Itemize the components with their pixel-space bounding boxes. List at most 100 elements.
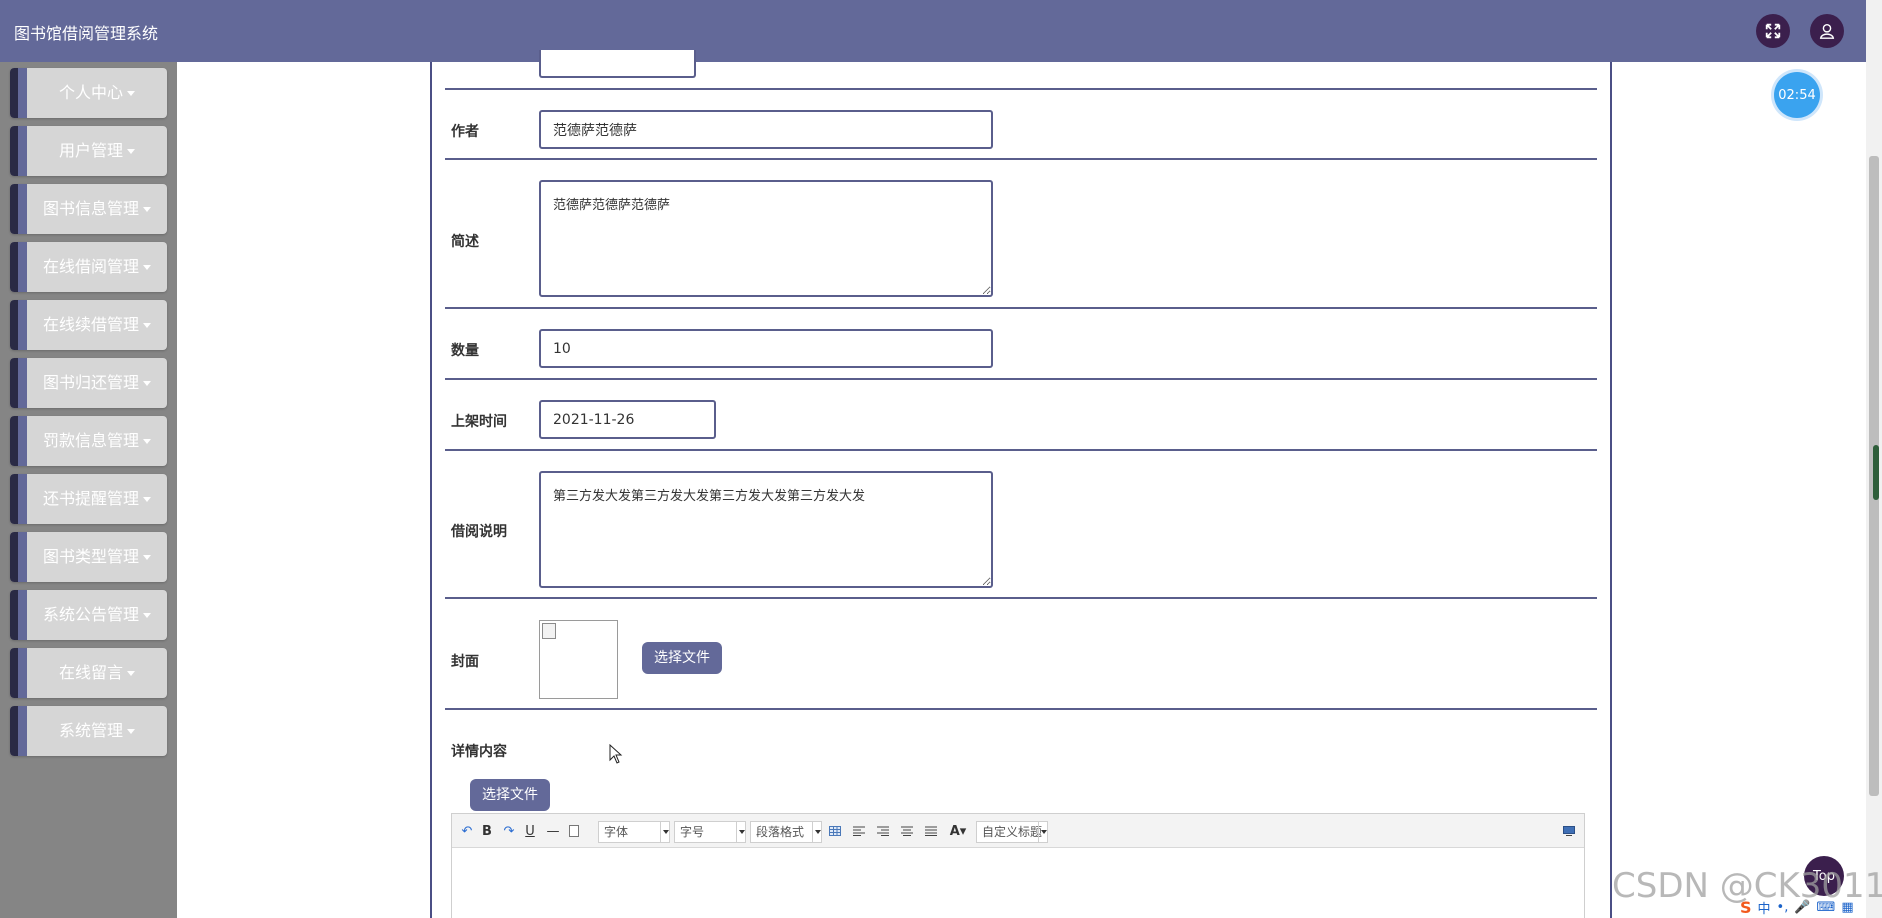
- sidebar-item-label: 个人中心: [58, 83, 123, 102]
- row-divider: [445, 708, 1597, 710]
- paragraph-format-select[interactable]: 段落格式: [750, 821, 822, 843]
- row-divider: [445, 449, 1597, 451]
- chevron-down-icon: [812, 822, 821, 842]
- row-divider: [445, 307, 1597, 309]
- grid-menu-icon: ▦: [1841, 899, 1854, 915]
- chevron-down-icon: [143, 497, 151, 502]
- summary-field[interactable]: 范德萨范德萨范德萨: [539, 180, 993, 297]
- details-choose-file-button[interactable]: 选择文件: [470, 779, 550, 811]
- author-field[interactable]: [539, 110, 993, 149]
- sidebar-item-announcements[interactable]: 系统公告管理: [10, 590, 167, 640]
- countdown-timer: 02:54: [1774, 72, 1820, 118]
- punctuation-icon: •,: [1776, 899, 1789, 915]
- broken-image-icon: [542, 623, 556, 639]
- chevron-down-icon: [127, 91, 135, 96]
- font-color-icon[interactable]: A▾: [948, 822, 968, 840]
- summary-label: 简述: [451, 234, 479, 250]
- sidebar-item-online-messages[interactable]: 在线留言: [10, 648, 167, 698]
- chevron-down-icon: [127, 671, 135, 676]
- sidebar: 个人中心 用户管理 图书信息管理 在线借阅管理 在线续借管理 图书归还管理 罚款…: [0, 62, 177, 918]
- undo-icon[interactable]: ↶: [460, 822, 474, 840]
- sidebar-item-label: 罚款信息管理: [42, 431, 139, 450]
- author-label: 作者: [451, 124, 479, 140]
- row-divider: [445, 597, 1597, 599]
- chevron-down-icon: [736, 822, 745, 842]
- fullscreen-button[interactable]: [1756, 14, 1790, 48]
- editor-toolbar: ↶ B ↷ U — 字体 字号 段落格式 A▾ 自定义标题: [452, 814, 1584, 848]
- sidebar-item-label: 还书提醒管理: [42, 489, 139, 508]
- ime-mode-label: 中: [1757, 901, 1771, 917]
- quantity-field[interactable]: [539, 329, 993, 368]
- user-icon: [1819, 23, 1835, 39]
- microphone-icon: 🎤: [1794, 899, 1811, 915]
- borrow-note-field[interactable]: 第三方发大发第三方发大发第三方发大发第三方发大发: [539, 471, 993, 588]
- rich-text-editor[interactable]: ↶ B ↷ U — 字体 字号 段落格式 A▾ 自定义标题: [451, 813, 1585, 918]
- chevron-down-icon: [143, 555, 151, 560]
- details-label: 详情内容: [451, 744, 507, 760]
- borrow-note-label: 借阅说明: [451, 524, 507, 540]
- chevron-down-icon: [127, 149, 135, 154]
- font-family-select[interactable]: 字体: [598, 821, 670, 843]
- sidebar-item-label: 系统公告管理: [42, 605, 139, 624]
- keyboard-icon: ⌨: [1816, 899, 1836, 915]
- chevron-down-icon: [143, 265, 151, 270]
- sidebar-item-online-borrow[interactable]: 在线借阅管理: [10, 242, 167, 292]
- sidebar-item-user-management[interactable]: 用户管理: [10, 126, 167, 176]
- horizontal-rule-icon[interactable]: —: [546, 822, 560, 840]
- chevron-down-icon: [143, 613, 151, 618]
- chevron-down-icon: [1038, 822, 1047, 842]
- sidebar-item-system-management[interactable]: 系统管理: [10, 706, 167, 756]
- sidebar-item-label: 在线借阅管理: [42, 257, 139, 276]
- row-divider: [445, 88, 1597, 90]
- sidebar-item-label: 在线续借管理: [42, 315, 139, 334]
- font-size-select[interactable]: 字号: [674, 821, 746, 843]
- quantity-label: 数量: [451, 343, 479, 359]
- preview-icon[interactable]: [1562, 822, 1576, 840]
- row-divider: [445, 378, 1597, 380]
- sidebar-item-label: 图书信息管理: [42, 199, 139, 218]
- bold-icon[interactable]: B: [480, 822, 494, 840]
- chevron-down-icon: [143, 381, 151, 386]
- redo-icon[interactable]: ↷: [502, 822, 516, 840]
- align-center-icon[interactable]: [900, 822, 914, 840]
- book-type-field[interactable]: [539, 50, 696, 78]
- document-icon[interactable]: [568, 822, 580, 840]
- chevron-down-icon: [143, 207, 151, 212]
- sidebar-item-book-return[interactable]: 图书归还管理: [10, 358, 167, 408]
- shelf-date-field[interactable]: [539, 400, 716, 439]
- sidebar-item-return-reminder[interactable]: 还书提醒管理: [10, 474, 167, 524]
- mouse-cursor-icon: [609, 744, 623, 764]
- table-icon[interactable]: [828, 822, 842, 840]
- sidebar-item-label: 在线留言: [58, 663, 123, 682]
- sidebar-item-fine-info[interactable]: 罚款信息管理: [10, 416, 167, 466]
- chevron-down-icon: [143, 439, 151, 444]
- expand-icon: [1765, 23, 1781, 39]
- user-menu-button[interactable]: [1810, 14, 1844, 48]
- sidebar-item-label: 系统管理: [58, 721, 123, 740]
- cover-choose-file-button[interactable]: 选择文件: [642, 642, 722, 674]
- shelf-date-label: 上架时间: [451, 414, 507, 430]
- cover-image-preview: [539, 620, 618, 699]
- align-right-icon[interactable]: [876, 822, 890, 840]
- align-justify-icon[interactable]: [924, 822, 938, 840]
- sidebar-item-label: 图书归还管理: [42, 373, 139, 392]
- top-header: 图书馆借阅管理系统: [0, 0, 1866, 62]
- sidebar-item-label: 用户管理: [58, 141, 123, 160]
- sogou-logo-icon: S: [1740, 897, 1752, 917]
- sidebar-item-label: 图书类型管理: [42, 547, 139, 566]
- custom-title-select[interactable]: 自定义标题: [976, 821, 1048, 843]
- sidebar-item-book-type[interactable]: 图书类型管理: [10, 532, 167, 582]
- align-left-icon[interactable]: [852, 822, 866, 840]
- row-divider: [445, 158, 1597, 160]
- cover-label: 封面: [451, 654, 479, 670]
- underline-icon[interactable]: U: [523, 822, 537, 840]
- sidebar-item-book-info[interactable]: 图书信息管理: [10, 184, 167, 234]
- ime-toolbar[interactable]: S 中 •, 🎤 ⌨ ▦: [1740, 897, 1860, 917]
- scroll-indicator: [1873, 445, 1879, 500]
- chevron-down-icon: [127, 729, 135, 734]
- app-title: 图书馆借阅管理系统: [14, 24, 159, 43]
- sidebar-item-online-renew[interactable]: 在线续借管理: [10, 300, 167, 350]
- chevron-down-icon: [660, 822, 669, 842]
- chevron-down-icon: [143, 323, 151, 328]
- sidebar-item-personal-center[interactable]: 个人中心: [10, 68, 167, 118]
